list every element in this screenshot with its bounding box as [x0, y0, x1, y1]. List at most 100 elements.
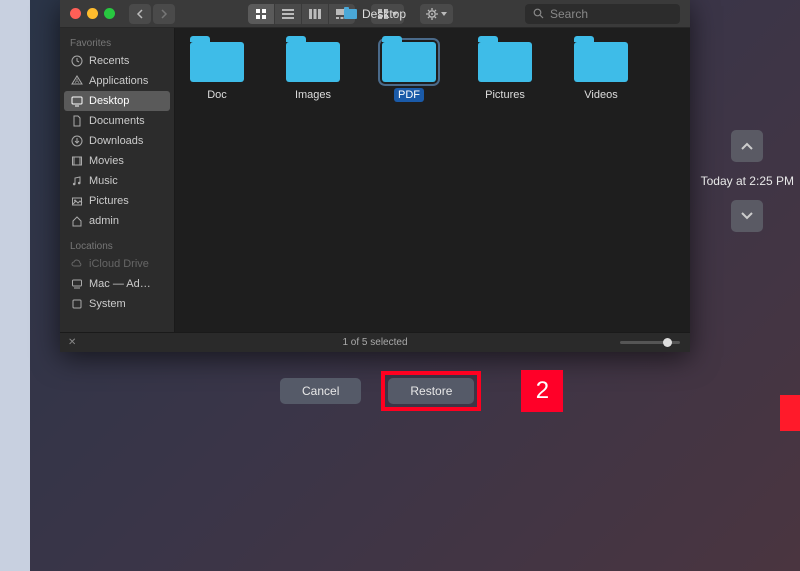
titlebar: Desktop Search	[60, 0, 690, 28]
sidebar-item-label: Movies	[89, 155, 124, 167]
folder-icon	[382, 42, 436, 82]
folder-item[interactable]: PDF	[377, 42, 441, 102]
folder-item[interactable]: Images	[281, 42, 345, 102]
sidebar-item-label: Recents	[89, 55, 129, 67]
chevron-left-icon	[136, 9, 144, 19]
folder-content[interactable]: Doc Images PDF Pictures Videos	[175, 28, 690, 332]
sidebar-header-favorites: Favorites	[60, 34, 174, 51]
nav-buttons	[129, 4, 175, 24]
icon-view-button[interactable]	[248, 4, 274, 24]
annotation-highlight: Restore	[381, 371, 481, 411]
sidebar-header-locations: Locations	[60, 237, 174, 254]
sidebar-item-label: System	[89, 298, 126, 310]
sidebar-item-label: Applications	[89, 75, 148, 87]
documents-icon	[70, 115, 83, 128]
pictures-icon	[70, 195, 83, 208]
timemachine-down-button[interactable]	[731, 200, 763, 232]
sidebar-item-label: admin	[89, 215, 119, 227]
sidebar-item-label: Downloads	[89, 135, 143, 147]
search-field[interactable]: Search	[525, 4, 680, 24]
annotation-side-tab	[780, 395, 800, 431]
timemachine-up-button[interactable]	[731, 130, 763, 162]
folder-icon	[344, 9, 357, 19]
sidebar-item-movies[interactable]: Movies	[60, 151, 174, 171]
list-view-button[interactable]	[275, 4, 301, 24]
close-icon[interactable]: ✕	[68, 337, 76, 348]
restore-button[interactable]: Restore	[388, 378, 474, 404]
dialog-buttons: Cancel Restore 2	[280, 370, 563, 412]
close-window-button[interactable]	[70, 8, 81, 19]
folder-label: Images	[291, 88, 335, 102]
folder-label: Doc	[203, 88, 231, 102]
minimize-window-button[interactable]	[87, 8, 98, 19]
disk-icon	[70, 298, 83, 311]
status-bar: ✕ 1 of 5 selected	[60, 332, 690, 352]
sidebar-item-admin[interactable]: admin	[60, 211, 174, 231]
annotation-step-number: 2	[521, 370, 563, 412]
button-label: Cancel	[302, 384, 339, 398]
title-text: Desktop	[362, 7, 406, 21]
cancel-button[interactable]: Cancel	[280, 378, 361, 404]
movies-icon	[70, 155, 83, 168]
button-label: Restore	[410, 384, 452, 398]
folder-label: Videos	[580, 88, 621, 102]
icon-grid: Doc Images PDF Pictures Videos	[185, 42, 680, 102]
search-placeholder: Search	[550, 7, 588, 21]
downloads-icon	[70, 135, 83, 148]
view-mode-group	[248, 4, 355, 24]
grid-icon	[255, 8, 267, 20]
chevron-up-icon	[741, 142, 753, 150]
zoom-slider[interactable]	[620, 341, 680, 344]
columns-icon	[309, 9, 321, 19]
sidebar: Favorites Recents A Applications Desktop…	[60, 28, 175, 332]
folder-item[interactable]: Doc	[185, 42, 249, 102]
gear-icon	[426, 8, 438, 20]
sidebar-item-mac[interactable]: Mac — Ad…	[60, 274, 174, 294]
chevron-right-icon	[160, 9, 168, 19]
folder-icon	[574, 42, 628, 82]
sidebar-item-label: Desktop	[89, 95, 129, 107]
sidebar-item-recents[interactable]: Recents	[60, 51, 174, 71]
folder-icon	[190, 42, 244, 82]
sidebar-item-label: Music	[89, 175, 118, 187]
column-view-button[interactable]	[302, 4, 328, 24]
status-text: 1 of 5 selected	[342, 337, 407, 348]
list-icon	[282, 9, 294, 19]
folder-icon	[286, 42, 340, 82]
music-icon	[70, 175, 83, 188]
forward-button[interactable]	[153, 4, 175, 24]
search-icon	[533, 8, 544, 19]
zoom-window-button[interactable]	[104, 8, 115, 19]
sidebar-item-downloads[interactable]: Downloads	[60, 131, 174, 151]
folder-label: PDF	[394, 88, 424, 102]
desktop-icon	[70, 95, 83, 108]
mac-icon	[70, 278, 83, 291]
svg-text:A: A	[74, 79, 78, 85]
sidebar-item-music[interactable]: Music	[60, 171, 174, 191]
finder-window: Desktop Search Favorites Recents A Appli…	[60, 0, 690, 352]
window-title: Desktop	[344, 7, 406, 21]
sidebar-item-label: Pictures	[89, 195, 129, 207]
page-margin	[0, 0, 30, 571]
sidebar-item-label: Mac — Ad…	[89, 278, 151, 290]
sidebar-item-desktop[interactable]: Desktop	[64, 91, 170, 111]
back-button[interactable]	[129, 4, 151, 24]
timemachine-timestamp: Today at 2:25 PM	[701, 174, 794, 188]
sidebar-item-applications[interactable]: A Applications	[60, 71, 174, 91]
timemachine-nav: Today at 2:25 PM	[701, 130, 794, 232]
clock-icon	[70, 55, 83, 68]
sidebar-item-documents[interactable]: Documents	[60, 111, 174, 131]
sidebar-item-label: iCloud Drive	[89, 258, 149, 270]
action-menu[interactable]	[420, 4, 453, 24]
sidebar-item-system[interactable]: System	[60, 294, 174, 314]
apps-icon: A	[70, 75, 83, 88]
folder-item[interactable]: Videos	[569, 42, 633, 102]
icloud-icon	[70, 258, 83, 271]
sidebar-item-label: Documents	[89, 115, 145, 127]
chevron-down-icon	[441, 12, 447, 16]
home-icon	[70, 215, 83, 228]
folder-item[interactable]: Pictures	[473, 42, 537, 102]
sidebar-item-pictures[interactable]: Pictures	[60, 191, 174, 211]
sidebar-item-icloud[interactable]: iCloud Drive	[60, 254, 174, 274]
window-controls	[70, 8, 115, 19]
